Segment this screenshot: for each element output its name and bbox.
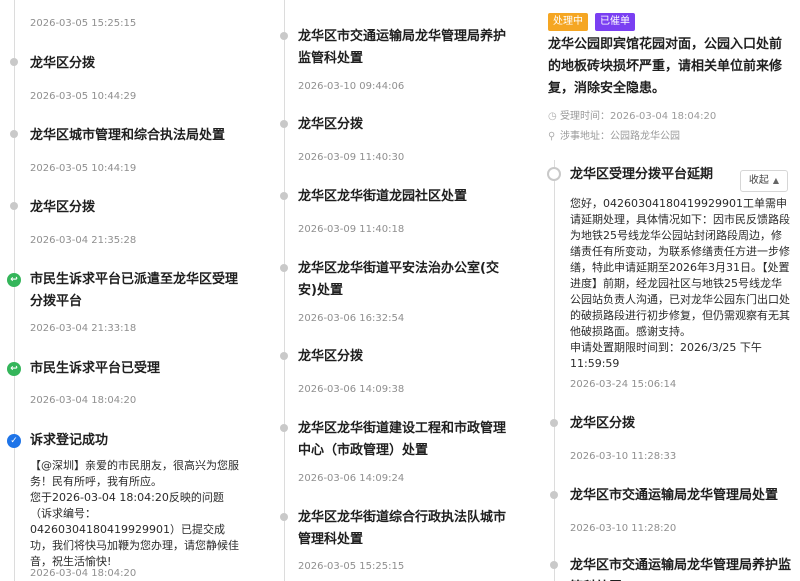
issue-description: 龙华公园即宾馆花园对面，公园入口处前的地板砖块损坏严重，请相关单位前来修复，消除… <box>548 37 783 96</box>
entry-time: 2026-03-24 15:06:14 <box>570 379 677 390</box>
entry-time: 2026-03-05 15:25:15 <box>30 18 137 29</box>
entry-title: 龙华区龙华街道龙园社区处置 <box>298 189 468 204</box>
entry-title: 龙华区龙华街道综合行政执法队城市管理科处置 <box>298 510 507 547</box>
entry-time: 2026-03-04 21:33:18 <box>30 323 137 334</box>
entry-time: 2026-03-09 11:40:30 <box>298 152 405 163</box>
collapse-label: 收起 <box>748 175 769 186</box>
entry-description: 【@深圳】亲爱的市民朋友，很高兴为您服务！民有所呼，我有所应。 您于2026-0… <box>30 459 239 568</box>
accept-time-row: ◷ 受理时间：2026-03-04 18:04:20 <box>548 110 716 124</box>
collapse-button[interactable]: 收起 ▲ <box>739 170 788 192</box>
accept-time: 受理时间：2026-03-04 18:04:20 <box>560 111 717 122</box>
entry-time: 2026-03-09 11:40:18 <box>298 224 405 235</box>
timeline-column-1: 2026-03-05 15:25:15 龙华区分拨 2026-03-05 10:… <box>0 0 255 581</box>
reply-icon: ↩ <box>7 273 21 287</box>
entry-title: 龙华区分拨 <box>298 349 364 364</box>
clock-icon: ◷ <box>548 111 557 122</box>
entry-time: 2026-03-05 10:44:19 <box>30 163 137 174</box>
entry-title: 龙华区龙华街道平安法治办公室(交安)处置 <box>298 261 499 298</box>
entry-time: 2026-03-06 14:09:38 <box>298 384 405 395</box>
entry-time: 2026-03-05 10:44:29 <box>30 91 137 102</box>
timeline-line <box>554 160 555 581</box>
timeline-dot <box>280 424 288 432</box>
timeline-dot <box>10 202 18 210</box>
urged-badge: 已催单 <box>595 13 635 31</box>
timeline-line <box>284 0 285 581</box>
timeline-dot <box>10 130 18 138</box>
timeline-dot <box>550 419 558 427</box>
entry-title: 龙华区分拨 <box>30 56 96 71</box>
timeline-dot <box>280 513 288 521</box>
entry-time: 2026-03-10 11:28:33 <box>570 451 677 462</box>
timeline-dot <box>280 32 288 40</box>
entry-title: 龙华区城市管理和综合执法局处置 <box>30 128 226 143</box>
timeline-current-node <box>547 167 561 181</box>
chevron-up-icon: ▲ <box>772 176 779 185</box>
entry-time: 2026-03-10 09:44:06 <box>298 81 405 92</box>
timeline-dot <box>10 58 18 66</box>
entry-time: 2026-03-04 18:04:20 <box>30 568 137 579</box>
timeline-dot <box>280 264 288 272</box>
timeline-dot <box>550 491 558 499</box>
entry-title: 龙华区市交通运输局龙华管理局养护监管科处置 <box>298 29 507 66</box>
status-badge: 处理中 <box>548 13 588 31</box>
check-icon: ✓ <box>7 434 21 448</box>
entry-title: 龙华区市交通运输局龙华管理局处置 <box>570 488 779 503</box>
entry-title: 龙华区分拨 <box>298 117 364 132</box>
entry-time: 2026-03-04 21:35:28 <box>30 235 137 246</box>
timeline-dot <box>280 120 288 128</box>
ticket-detail-column: 处理中 已催单 龙华公园即宾馆花园对面，公园入口处前的地板砖块损坏严重，请相关单… <box>532 0 800 581</box>
entry-title: 龙华区龙华街道建设工程和市政管理中心（市政管理）处置 <box>298 421 507 458</box>
entry-title: 诉求登记成功 <box>30 433 109 448</box>
entry-time: 2026-03-06 14:09:24 <box>298 473 405 484</box>
location-icon: ⚲ <box>548 131 556 142</box>
entry-title: 龙华区市交通运输局龙华管理局养护监管科处置 <box>570 558 792 581</box>
timeline-dot <box>550 561 558 569</box>
entry-time: 2026-03-04 18:04:20 <box>30 395 137 406</box>
reply-icon: ↩ <box>7 362 21 376</box>
entry-time: 2026-03-10 11:28:20 <box>570 523 677 534</box>
address-row: ⚲ 涉事地址：公园路龙华公园 <box>548 130 680 144</box>
timeline-dot <box>280 192 288 200</box>
timeline-line <box>14 0 15 581</box>
address: 涉事地址：公园路龙华公园 <box>560 131 680 142</box>
entry-description: 您好，04260304180419929901工单需申请延期处理，具体情况如下：… <box>570 197 790 370</box>
entry-time: 2026-03-05 15:25:15 <box>298 561 405 572</box>
entry-time: 2026-03-06 16:32:54 <box>298 313 405 324</box>
timeline-dot <box>280 352 288 360</box>
timeline-page: 2026-03-05 15:25:15 龙华区分拨 2026-03-05 10:… <box>0 0 800 581</box>
entry-title: 市民生诉求平台已受理 <box>30 361 161 376</box>
entry-title: 市民生诉求平台已派遣至龙华区受理分拨平台 <box>30 272 239 309</box>
timeline-column-2: 龙华区市交通运输局龙华管理局养护监管科处置 2026-03-10 09:44:0… <box>268 0 518 581</box>
entry-title: 龙华区分拨 <box>30 200 96 215</box>
entry-title: 龙华区分拨 <box>570 416 636 431</box>
